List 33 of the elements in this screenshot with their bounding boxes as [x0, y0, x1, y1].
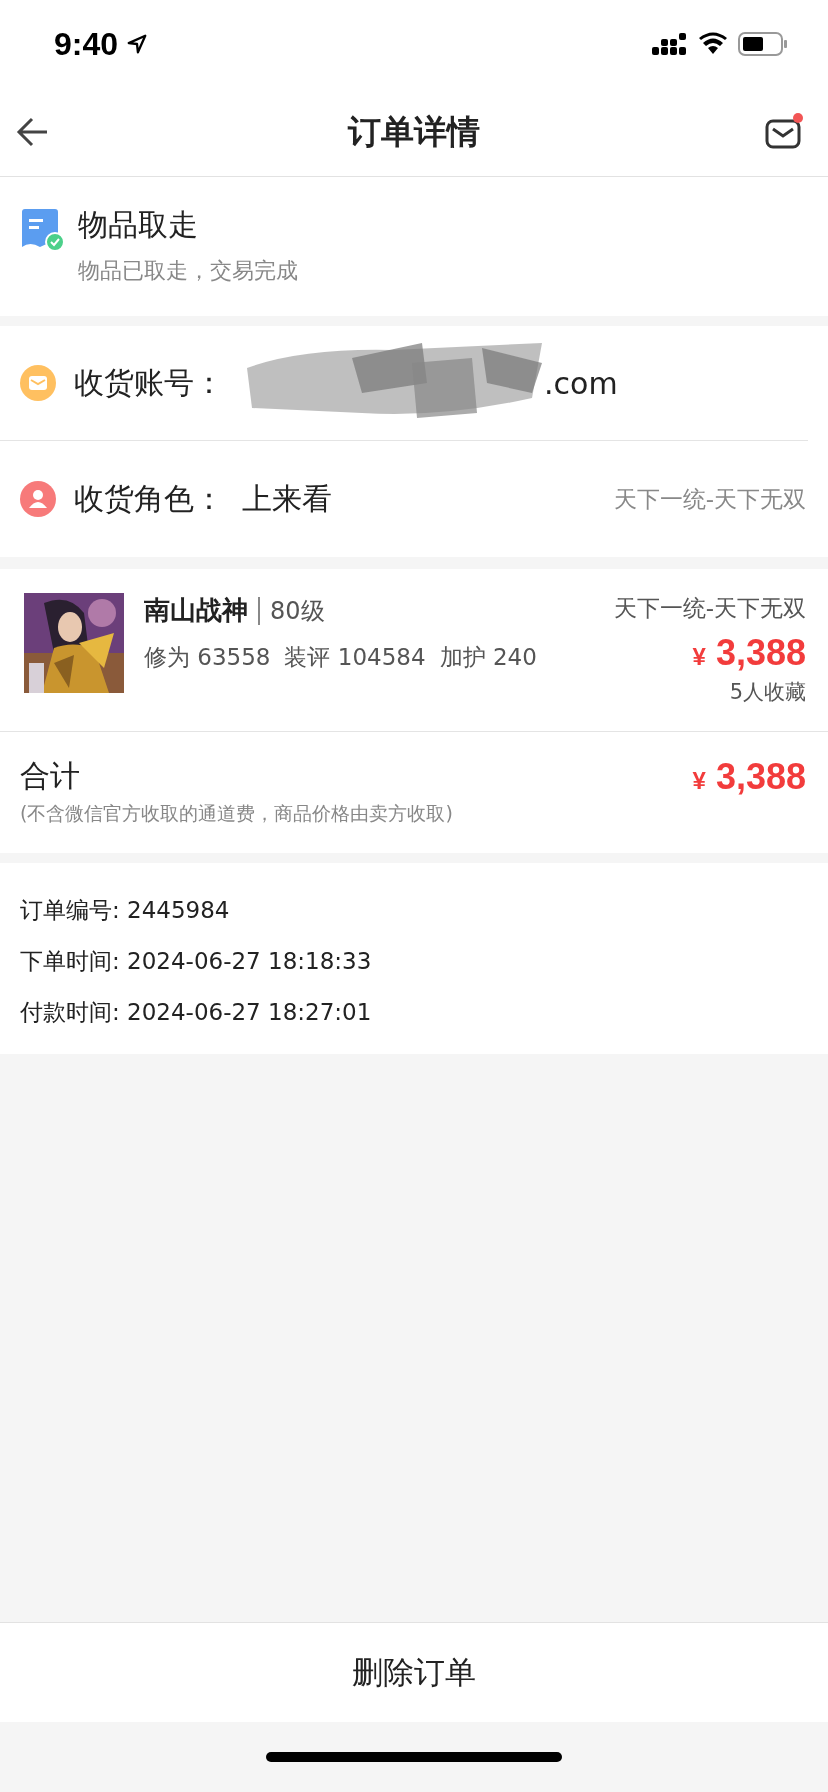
favorite-count: 5人收藏 [729, 679, 806, 706]
item-level: 80级 [270, 595, 325, 627]
person-icon [20, 481, 56, 517]
item-stat: 加护 240 [439, 643, 537, 672]
order-info-line: 付款时间: 2024-06-27 18:27:01 [20, 998, 373, 1027]
back-arrow-icon[interactable] [16, 115, 50, 149]
location-arrow-icon [126, 33, 149, 55]
total-label: 合计 [20, 757, 81, 795]
item-name: 南山战神 [144, 594, 248, 627]
delete-order-button[interactable]: 删除订单 [0, 1622, 828, 1722]
fee-note: (不含微信官方收取的通道费，商品价格由卖方收取) [20, 801, 453, 826]
item-stat: 修为 63558 [144, 643, 271, 672]
item-price: ¥ 3,388 [692, 632, 806, 674]
wifi-icon [698, 32, 728, 56]
item-stat: 装评 104584 [284, 643, 426, 672]
page-title: 订单详情 [348, 110, 480, 153]
envelope-icon [20, 365, 56, 401]
status-subtitle: 物品已取走，交易完成 [78, 257, 298, 285]
server-name: 天下一统-天下无双 [613, 594, 806, 623]
mail-icon[interactable] [764, 112, 804, 152]
status-time: 9:40 [54, 25, 119, 63]
receipt-check-icon [20, 209, 64, 253]
total-price: ¥ 3,388 [692, 756, 806, 799]
status-title: 物品取走 [78, 206, 199, 244]
field-value: 上来看 [242, 479, 332, 518]
order-info-line: 订单编号: 2445984 [20, 896, 231, 925]
order-info-line: 下单时间: 2024-06-27 18:18:33 [20, 947, 373, 976]
server-name: 天下一统-天下无双 [613, 484, 806, 514]
field-value: .com [544, 365, 618, 401]
field-label: 收货账号： [74, 363, 224, 402]
signal-icon [652, 31, 688, 57]
field-label: 收货角色： [74, 479, 224, 518]
battery-icon [738, 31, 788, 57]
